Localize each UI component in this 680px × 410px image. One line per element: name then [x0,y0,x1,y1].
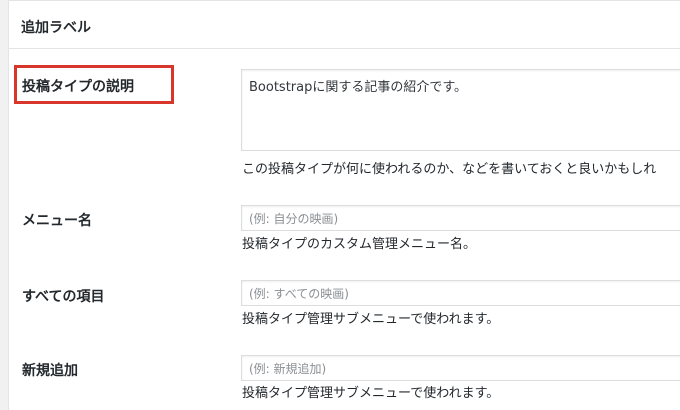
all-items-help: 投稿タイプ管理サブメニューで使われます。 [242,312,500,327]
add-new-help: 投稿タイプ管理サブメニューで使われます。 [242,386,500,401]
panel-title: 追加ラベル [21,20,91,36]
add-new-label: 新規追加 [22,363,78,379]
menu-name-help: 投稿タイプのカスタム管理メニュー名。 [242,237,477,252]
menu-name-label: メニュー名 [22,213,92,229]
add-new-input[interactable]: (例: 新規追加) [241,355,680,381]
description-label: 投稿タイプの説明 [22,79,134,95]
additional-labels-panel: 追加ラベル 投稿タイプの説明 Bootstrapに関する記事の紹介です。 この投… [8,0,680,410]
menu-name-input[interactable]: (例: 自分の映画) [241,205,680,231]
all-items-label: すべての項目 [22,289,105,305]
panel-header: 追加ラベル [9,1,680,49]
description-textarea[interactable]: Bootstrapに関する記事の紹介です。 [241,69,680,151]
all-items-input[interactable]: (例: すべての映画) [241,280,680,306]
description-help: この投稿タイプが何に使われるのか、などを書いておくと良いかもしれ [242,162,657,177]
